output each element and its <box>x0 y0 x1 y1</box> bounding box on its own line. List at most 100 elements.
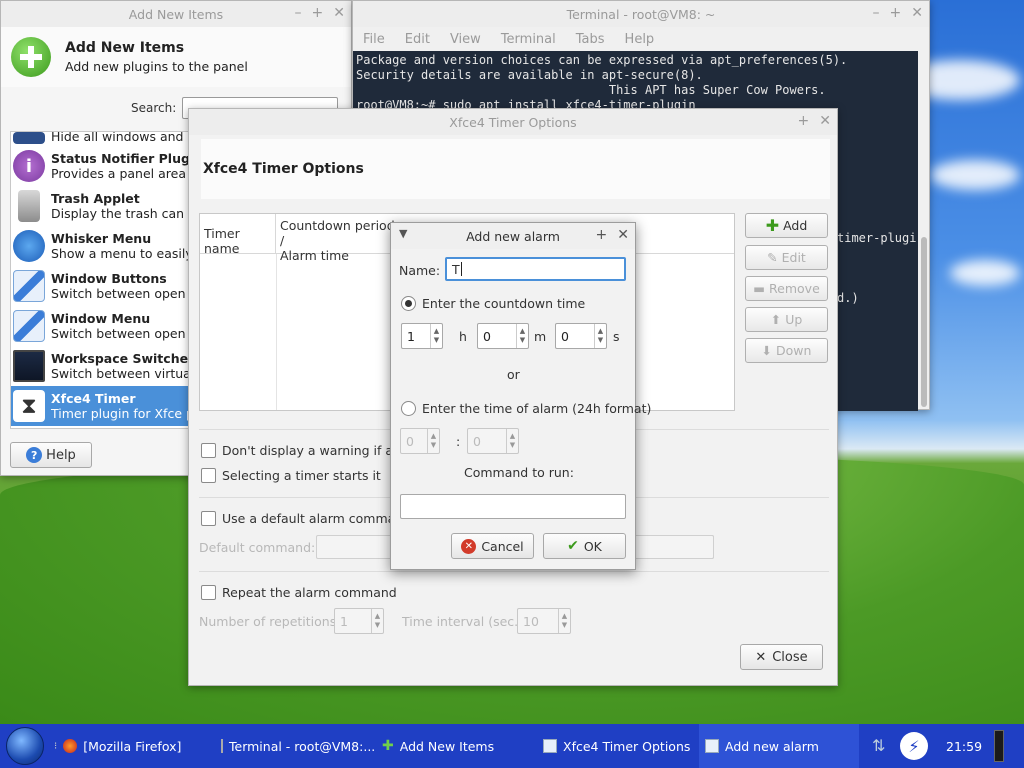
column-header-countdown[interactable]: Countdown period / Alarm time <box>276 214 406 263</box>
list-item[interactable]: Window ButtonsSwitch between open win <box>11 266 189 306</box>
maximize-icon[interactable]: + <box>596 227 608 243</box>
clock[interactable]: 21:59 <box>946 724 982 768</box>
plus-icon: ✚ <box>765 216 780 235</box>
help-icon: ? <box>26 447 43 463</box>
text-cursor <box>460 262 462 276</box>
close-icon[interactable]: ✕ <box>819 113 831 129</box>
trash-icon <box>18 190 40 222</box>
window-title: Xfce4 Timer Options <box>449 114 577 130</box>
window-title: Add new alarm <box>466 228 560 244</box>
down-button[interactable]: ⬇ Down <box>745 338 828 363</box>
task-timer-options[interactable]: Xfce4 Timer Options <box>537 724 697 768</box>
task-add-new-alarm[interactable]: Add new alarm <box>699 724 859 768</box>
terminal-line: Package and version choices can be expre… <box>356 53 848 67</box>
hours-spinner[interactable]: 1 ▲ ▼ <box>401 323 443 349</box>
default-command-option[interactable]: Use a default alarm command <box>201 511 411 526</box>
power-manager-icon[interactable]: ⚡ <box>900 732 928 760</box>
no-warning-option[interactable]: Don't display a warning if an a <box>201 443 413 458</box>
close-icon[interactable]: ✕ <box>617 227 629 243</box>
edit-icon: ✎ <box>767 250 778 265</box>
menu-tabs[interactable]: Tabs <box>576 32 605 47</box>
maximize-icon[interactable]: + <box>312 5 324 21</box>
interval-spinner[interactable]: 10 ▲ ▼ <box>517 608 571 634</box>
window-menu-icon[interactable]: ▼ <box>399 227 407 240</box>
default-command-label: Default command: <box>199 540 316 555</box>
alarm-minute-spinner[interactable]: 0 ▲ ▼ <box>467 428 519 454</box>
add-new-items-titlebar[interactable]: Add New Items – + ✕ <box>1 1 351 27</box>
network-icon[interactable]: ⇅ <box>872 736 885 755</box>
list-item[interactable]: Workspace SwitcherSwitch between virtual… <box>11 346 189 386</box>
spinner-arrows-icon[interactable]: ▲ ▼ <box>506 429 518 453</box>
up-button[interactable]: ⬆ Up <box>745 307 828 332</box>
remove-button[interactable]: ▬ Remove <box>745 276 828 301</box>
close-icon: ✕ <box>755 649 767 665</box>
plus-icon: ✚ <box>382 738 394 754</box>
interval-label: Time interval (sec.) <box>402 614 523 629</box>
countdown-radio[interactable] <box>401 296 416 311</box>
arrow-up-icon: ⬆ <box>770 312 782 327</box>
close-icon[interactable]: ✕ <box>333 5 345 21</box>
list-item[interactable]: Trash Applet Display the trash can <box>11 186 189 226</box>
minimize-icon[interactable]: – <box>295 5 302 21</box>
whisker-menu-icon <box>13 230 45 262</box>
show-desktop-button[interactable] <box>994 730 1004 762</box>
task-add-new-items[interactable]: ✚ Add New Items <box>376 724 536 768</box>
colon-label: : <box>456 434 461 449</box>
terminal-titlebar[interactable]: Terminal - root@VM8: ~ – + ✕ <box>353 1 929 27</box>
terminal-partial-text: timer-plugi <box>837 231 917 245</box>
firefox-icon <box>63 739 78 753</box>
default-command-checkbox[interactable] <box>201 511 216 526</box>
help-button[interactable]: ? Help <box>10 442 92 468</box>
name-input[interactable]: T <box>445 257 626 281</box>
close-icon[interactable]: ✕ <box>911 5 923 21</box>
add-button[interactable]: ✚ Add <box>745 213 828 238</box>
list-item[interactable]: i Status Notifier Plugin Provides a panel… <box>11 146 189 186</box>
edit-button[interactable]: ✎ Edit <box>745 245 828 270</box>
workspace-switcher-icon <box>13 350 45 382</box>
list-item-selected[interactable]: ⧗ Xfce4 TimerTimer plugin for Xfce par <box>11 386 189 426</box>
cancel-button[interactable]: ✕ Cancel <box>451 533 534 559</box>
start-menu-icon[interactable] <box>6 727 44 765</box>
menu-terminal[interactable]: Terminal <box>501 32 556 47</box>
list-item[interactable]: Hide all windows and sho <box>11 132 189 146</box>
task-firefox[interactable]: ⁝ [Mozilla Firefox] <box>48 724 208 768</box>
alarm-time-radio[interactable] <box>401 401 416 416</box>
repetitions-spinner[interactable]: 1 ▲ ▼ <box>334 608 384 634</box>
countdown-option[interactable]: Enter the countdown time <box>401 296 585 311</box>
repeat-command-checkbox[interactable] <box>201 585 216 600</box>
spinner-arrows-icon[interactable]: ▲ ▼ <box>594 324 606 348</box>
spinner-arrows-icon[interactable]: ▲ ▼ <box>430 324 442 348</box>
alarm-hour-spinner[interactable]: 0 ▲ ▼ <box>400 428 440 454</box>
list-item[interactable]: Whisker MenuShow a menu to easily ac <box>11 226 189 266</box>
ok-button[interactable]: ✔ OK <box>543 533 626 559</box>
spinner-arrows-icon[interactable]: ▲ ▼ <box>558 609 570 633</box>
menu-file[interactable]: File <box>363 32 385 47</box>
alarm-time-option[interactable]: Enter the time of alarm (24h format) <box>401 401 651 416</box>
plugin-list[interactable]: Hide all windows and sho i Status Notifi… <box>10 131 190 429</box>
spinner-arrows-icon[interactable]: ▲ ▼ <box>371 609 383 633</box>
drag-handle-icon: ⁝ <box>54 740 58 752</box>
maximize-icon[interactable]: + <box>890 5 902 21</box>
selecting-starts-option[interactable]: Selecting a timer starts it <box>201 468 381 483</box>
task-terminal[interactable]: Terminal - root@VM8:... <box>215 724 375 768</box>
terminal-scrollbar[interactable] <box>921 237 927 407</box>
menu-view[interactable]: View <box>450 32 481 47</box>
minimize-icon[interactable]: – <box>873 5 880 21</box>
no-warning-checkbox[interactable] <box>201 443 216 458</box>
menu-edit[interactable]: Edit <box>405 32 430 47</box>
terminal-partial-text: d.) <box>837 291 859 305</box>
close-button[interactable]: ✕ Close <box>740 644 823 670</box>
column-header-timer-name[interactable]: Timer name <box>200 214 276 256</box>
seconds-spinner[interactable]: 0 ▲ ▼ <box>555 323 607 349</box>
alarm-titlebar[interactable]: ▼ Add new alarm + ✕ <box>391 223 635 249</box>
list-item[interactable]: Window MenuSwitch between open win <box>11 306 189 346</box>
command-input[interactable] <box>400 494 626 519</box>
timer-options-titlebar[interactable]: Xfce4 Timer Options + ✕ <box>189 109 837 135</box>
minutes-spinner[interactable]: 0 ▲ ▼ <box>477 323 529 349</box>
selecting-starts-checkbox[interactable] <box>201 468 216 483</box>
repeat-command-option[interactable]: Repeat the alarm command <box>201 585 397 600</box>
spinner-arrows-icon[interactable]: ▲ ▼ <box>516 324 528 348</box>
maximize-icon[interactable]: + <box>798 113 810 129</box>
menu-help[interactable]: Help <box>625 32 655 47</box>
spinner-arrows-icon[interactable]: ▲ ▼ <box>427 429 439 453</box>
